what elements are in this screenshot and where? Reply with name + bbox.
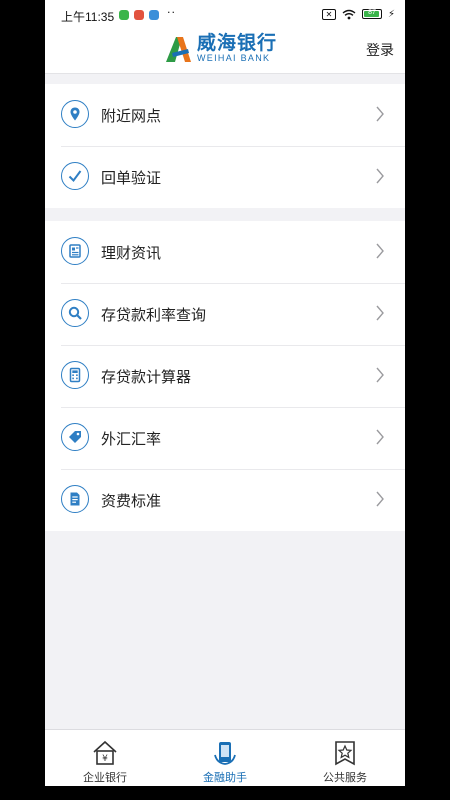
menu-item-nearby-branches[interactable]: 附近网点 <box>45 84 405 146</box>
bottom-tab-bar: ¥ 企业银行 金融助手 公共服务 <box>45 729 405 787</box>
tab-label: 金融助手 <box>203 771 247 784</box>
menu-item-interest-rate-query[interactable]: 存贷款利率查询 <box>45 283 405 345</box>
menu-item-wealth-news[interactable]: 理财资讯 <box>45 221 405 283</box>
search-icon <box>61 299 89 327</box>
menu-group-tools: 理财资讯 存贷款利率查询 存贷款计算器 外汇汇率 资费标准 <box>45 221 405 531</box>
house-yen-icon: ¥ <box>93 740 117 765</box>
app-screen: 上午11:35 ·· ✕ 87 ⚡ 威海银行 WEIHAI BANK 登录 附近… <box>45 0 405 800</box>
battery-icon: 87 <box>361 9 382 19</box>
document-icon <box>61 485 89 513</box>
system-nav-strip <box>45 786 405 800</box>
menu-item-exchange-rate[interactable]: 外汇汇率 <box>45 407 405 469</box>
chevron-right-icon <box>376 367 384 383</box>
chevron-right-icon <box>376 305 384 321</box>
bank-name-en: WEIHAI BANK <box>197 53 271 63</box>
charging-icon: ⚡ <box>387 8 395 20</box>
bank-logo: 威海银行 WEIHAI BANK <box>163 33 277 64</box>
tab-public-services[interactable]: 公共服务 <box>285 730 405 787</box>
menu-item-label: 存贷款利率查询 <box>101 306 207 324</box>
menu-item-label: 存贷款计算器 <box>101 368 192 386</box>
phone-assistant-icon <box>214 742 236 765</box>
message-notification-icon <box>149 10 159 20</box>
chevron-right-icon <box>376 491 384 507</box>
app-header: 威海银行 WEIHAI BANK 登录 <box>45 28 405 74</box>
wifi-icon <box>342 9 356 19</box>
tab-label: 企业银行 <box>83 771 127 784</box>
menu-item-label: 回单验证 <box>101 169 162 187</box>
menu-item-fee-standards[interactable]: 资费标准 <box>45 469 405 531</box>
menu-group-services: 附近网点 回单验证 <box>45 84 405 208</box>
bank-logo-text: 威海银行 WEIHAI BANK <box>197 33 277 64</box>
menu-item-label: 附近网点 <box>101 107 162 125</box>
menu-item-loan-calculator[interactable]: 存贷款计算器 <box>45 345 405 407</box>
menu-item-receipt-verification[interactable]: 回单验证 <box>45 146 405 208</box>
tab-financial-assistant[interactable]: 金融助手 <box>165 730 285 787</box>
tag-icon <box>61 423 89 451</box>
location-pin-icon <box>61 100 89 128</box>
calculator-icon <box>61 361 89 389</box>
bank-logo-icon <box>166 36 191 62</box>
chevron-right-icon <box>376 168 384 184</box>
tab-enterprise-banking[interactable]: ¥ 企业银行 <box>45 730 165 787</box>
wechat-notification-icon <box>119 10 129 20</box>
news-icon <box>61 237 89 265</box>
status-bar: 上午11:35 ·· ✕ 87 ⚡ <box>45 0 405 28</box>
checkmark-icon <box>61 162 89 190</box>
status-time: 上午11:35 <box>61 10 115 24</box>
star-bookmark-icon <box>335 741 355 766</box>
app-notification-icon <box>134 10 144 20</box>
bank-name-cn: 威海银行 <box>197 32 278 54</box>
tab-label: 公共服务 <box>323 771 367 784</box>
svg-text:¥: ¥ <box>102 754 108 764</box>
chevron-right-icon <box>376 429 384 445</box>
menu-item-label: 理财资讯 <box>101 244 162 262</box>
chevron-right-icon <box>376 243 384 259</box>
no-sim-icon: ✕ <box>321 8 336 20</box>
status-indicators: ✕ 87 ⚡ <box>321 8 395 20</box>
login-button[interactable]: 登录 <box>366 40 394 60</box>
more-notifications-icon: ·· <box>167 6 176 19</box>
chevron-right-icon <box>376 106 384 122</box>
battery-percent: 87 <box>368 9 376 16</box>
menu-item-label: 资费标准 <box>101 492 162 510</box>
menu-item-label: 外汇汇率 <box>101 430 162 448</box>
